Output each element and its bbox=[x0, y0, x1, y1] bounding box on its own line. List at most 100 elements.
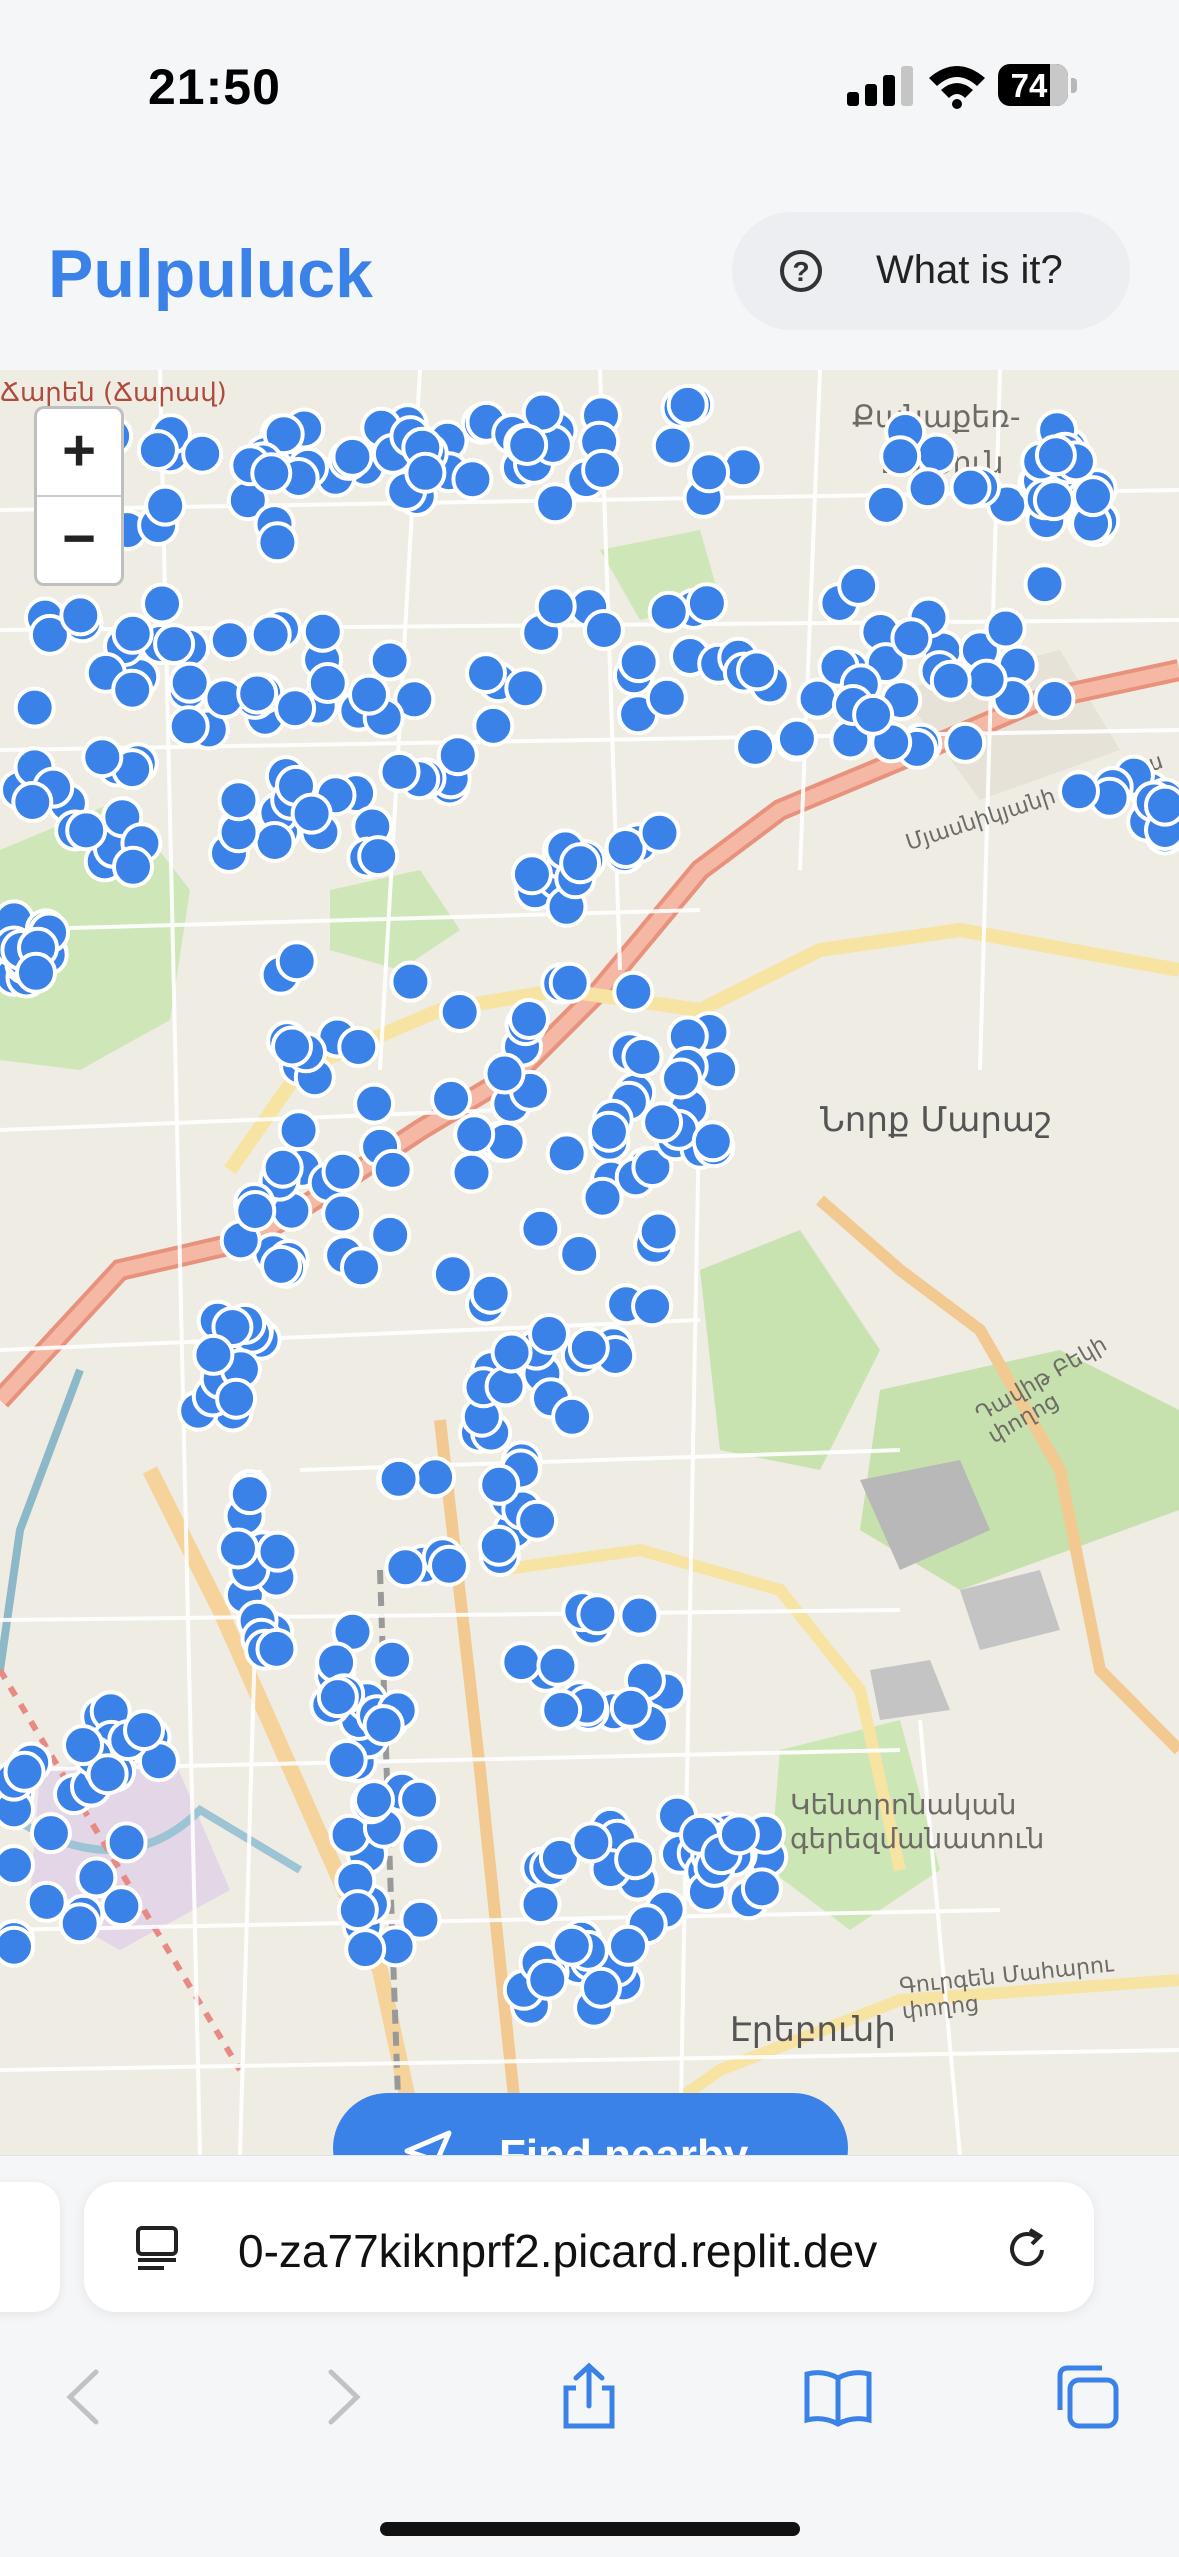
map-marker[interactable] bbox=[685, 582, 728, 625]
map-marker[interactable] bbox=[81, 736, 124, 779]
map-marker[interactable] bbox=[362, 1704, 405, 1747]
map-marker[interactable] bbox=[864, 483, 907, 526]
map-marker[interactable] bbox=[638, 811, 681, 854]
map-marker[interactable] bbox=[371, 1638, 414, 1681]
map-marker[interactable] bbox=[906, 467, 949, 510]
map-marker[interactable] bbox=[551, 1395, 594, 1438]
url-text[interactable]: 0-za77kiknprf2.picard.replit.dev bbox=[238, 2224, 877, 2278]
map-marker[interactable] bbox=[250, 452, 293, 495]
map-marker[interactable] bbox=[949, 466, 992, 509]
map-marker[interactable] bbox=[609, 1686, 652, 1729]
zoom-out-button[interactable]: − bbox=[37, 497, 121, 583]
map-marker[interactable] bbox=[344, 1928, 387, 1971]
map-marker[interactable] bbox=[984, 607, 1027, 650]
map-marker[interactable] bbox=[136, 429, 179, 472]
previous-tab-peek[interactable] bbox=[0, 2182, 60, 2312]
map-marker[interactable] bbox=[274, 687, 317, 730]
map-marker[interactable] bbox=[607, 1924, 649, 1967]
map-marker[interactable] bbox=[451, 458, 494, 501]
map-marker[interactable] bbox=[277, 1109, 320, 1152]
map-marker[interactable] bbox=[651, 424, 694, 467]
map-marker[interactable] bbox=[11, 781, 54, 823]
map-marker[interactable] bbox=[141, 582, 183, 625]
map-marker[interactable] bbox=[144, 484, 187, 527]
address-bar[interactable]: 0-za77kiknprf2.picard.replit.dev bbox=[84, 2182, 1094, 2312]
map-marker[interactable] bbox=[123, 1709, 165, 1752]
map-marker[interactable] bbox=[217, 779, 260, 822]
map-marker[interactable] bbox=[377, 1457, 420, 1500]
map-marker[interactable] bbox=[1072, 475, 1114, 518]
map-marker[interactable] bbox=[271, 1025, 313, 1068]
map-marker[interactable] bbox=[404, 451, 447, 494]
map-marker[interactable] bbox=[228, 1473, 271, 1516]
map-marker[interactable] bbox=[208, 619, 251, 662]
map-marker[interactable] bbox=[0, 1925, 35, 1968]
map-marker[interactable] bbox=[1034, 434, 1077, 477]
map-marker[interactable] bbox=[890, 617, 933, 660]
map-marker[interactable] bbox=[256, 1530, 299, 1573]
map-marker[interactable] bbox=[618, 1594, 661, 1637]
map-marker[interactable] bbox=[217, 1527, 259, 1570]
map-marker[interactable] bbox=[490, 1331, 533, 1374]
map-marker[interactable] bbox=[666, 383, 709, 426]
map-marker[interactable] bbox=[510, 853, 553, 896]
map-marker[interactable] bbox=[234, 1190, 277, 1232]
map-marker[interactable] bbox=[484, 1365, 527, 1408]
map-marker[interactable] bbox=[255, 1627, 298, 1670]
map-marker[interactable] bbox=[581, 1176, 624, 1219]
map-marker[interactable] bbox=[1032, 479, 1075, 522]
map-marker[interactable] bbox=[617, 641, 660, 684]
map-marker[interactable] bbox=[516, 1499, 559, 1542]
map-marker[interactable] bbox=[621, 1036, 664, 1078]
map-marker[interactable] bbox=[29, 1812, 72, 1855]
map-marker[interactable] bbox=[526, 1958, 569, 2001]
map-marker[interactable] bbox=[260, 1244, 302, 1287]
page-menu-icon[interactable] bbox=[134, 2226, 180, 2270]
map-marker[interactable] bbox=[378, 750, 421, 793]
map-marker[interactable] bbox=[929, 659, 972, 702]
map-marker[interactable] bbox=[660, 1057, 702, 1100]
map-marker[interactable] bbox=[1033, 678, 1076, 720]
map-marker[interactable] bbox=[915, 432, 958, 475]
map-marker[interactable] bbox=[15, 951, 57, 994]
map-marker[interactable] bbox=[168, 661, 211, 704]
forward-icon[interactable] bbox=[305, 2362, 375, 2432]
bookmarks-icon[interactable] bbox=[803, 2362, 873, 2432]
map-marker[interactable] bbox=[453, 1113, 496, 1156]
map-marker[interactable] bbox=[483, 1052, 526, 1095]
map-marker[interactable] bbox=[965, 658, 1008, 701]
tabs-icon[interactable] bbox=[1052, 2362, 1122, 2432]
map-marker[interactable] bbox=[550, 1924, 593, 1967]
map-marker[interactable] bbox=[215, 1377, 258, 1420]
map-marker[interactable] bbox=[249, 613, 292, 656]
map-marker[interactable] bbox=[548, 961, 591, 1004]
map-marker[interactable] bbox=[580, 1966, 622, 2009]
map-marker[interactable] bbox=[111, 668, 154, 711]
map-marker[interactable] bbox=[528, 1313, 570, 1355]
map-marker[interactable] bbox=[316, 1676, 359, 1719]
map-marker[interactable] bbox=[100, 1885, 143, 1928]
map-marker[interactable] bbox=[519, 1883, 562, 1926]
map-marker[interactable] bbox=[740, 1867, 783, 1910]
map-marker[interactable] bbox=[1144, 784, 1179, 827]
map-marker[interactable] bbox=[256, 521, 299, 564]
back-icon[interactable] bbox=[52, 2362, 122, 2432]
map-marker[interactable] bbox=[534, 585, 577, 628]
map-marker[interactable] bbox=[506, 424, 549, 466]
map-marker[interactable] bbox=[253, 821, 296, 863]
map-marker[interactable] bbox=[321, 1192, 364, 1235]
map-marker[interactable] bbox=[0, 1844, 35, 1887]
map-marker[interactable] bbox=[691, 1120, 734, 1163]
map-marker[interactable] bbox=[111, 612, 154, 655]
map-marker[interactable] bbox=[59, 594, 102, 637]
map-marker[interactable] bbox=[614, 1838, 657, 1881]
map-marker[interactable] bbox=[331, 435, 374, 478]
map-marker[interactable] bbox=[353, 1779, 395, 1822]
map-marker[interactable] bbox=[837, 564, 880, 607]
map-marker[interactable] bbox=[558, 1233, 601, 1275]
map-marker[interactable] bbox=[431, 1253, 474, 1296]
map-marker[interactable] bbox=[399, 1825, 442, 1868]
map-marker[interactable] bbox=[58, 1902, 101, 1945]
map-marker[interactable] bbox=[348, 673, 390, 716]
map-marker[interactable] bbox=[1023, 563, 1066, 606]
